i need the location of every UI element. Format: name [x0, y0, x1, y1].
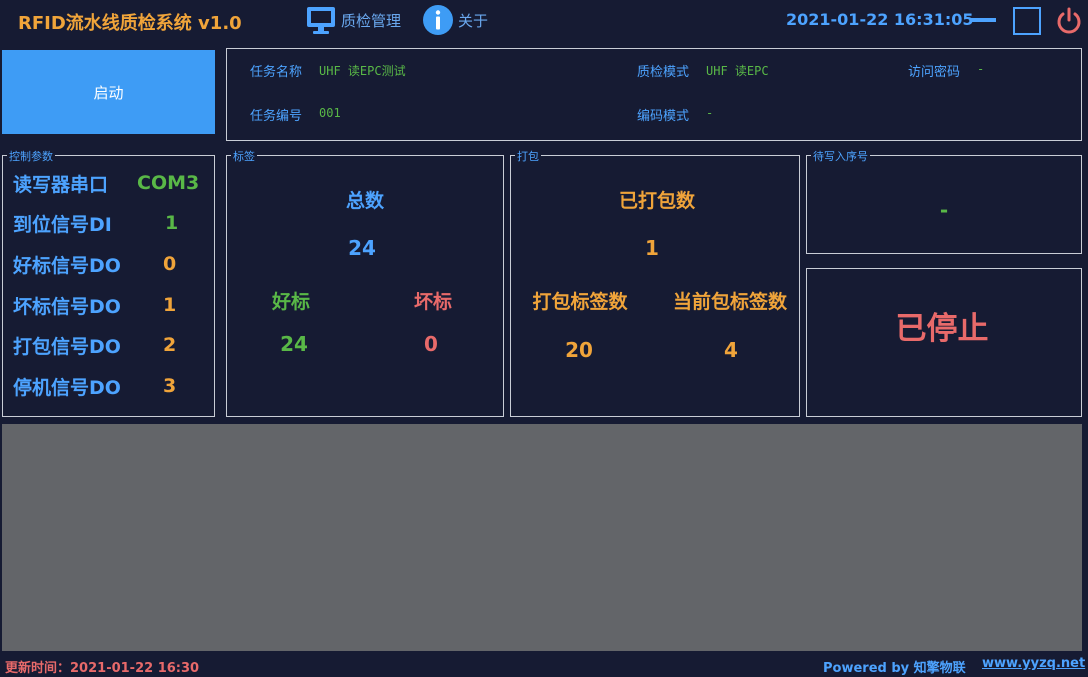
task-name-value: UHF 读EPC测试: [319, 64, 406, 78]
control-param-value: 1: [165, 212, 179, 234]
encode-mode-value: -: [706, 106, 714, 120]
info-icon: [423, 5, 453, 35]
update-time-label: 更新时间：: [5, 661, 71, 676]
pack-panel: 打包 已打包数 1 打包标签数 20 当前包标签数 4: [510, 148, 800, 417]
current-pack-label: 当前包标签数: [672, 291, 787, 313]
update-time-value: 2021-01-22 16:30: [70, 661, 200, 676]
access-password-label: 访问密码: [908, 65, 961, 80]
control-params-panel: 控制参数 读写器串口 COM3 到位信号DI 1 好标信号DO 0 坏标信号DO 1 打包信号D…: [2, 148, 215, 417]
tags-per-pack-value: 20: [565, 338, 593, 362]
control-param-value: COM3: [137, 172, 200, 194]
control-params-legend: 控制参数: [7, 148, 55, 164]
nav-qc-manage-label: 质检管理: [341, 11, 402, 30]
clock-display: 2021-01-22 16:31:05: [786, 10, 974, 29]
qc-mode-label: 质检模式: [637, 65, 690, 80]
control-param-label: 停机信号DO: [13, 376, 121, 399]
nav-about-button[interactable]: 关于: [422, 4, 488, 36]
control-param-value: 2: [163, 334, 177, 356]
qc-mode-value: UHF 读EPC: [706, 64, 769, 78]
good-tags-value: 24: [280, 332, 308, 356]
task-info-panel: 任务名称 UHF 读EPC测试 任务编号 001 质检模式 UHF 读EPC 编…: [226, 48, 1082, 141]
log-area: [2, 424, 1082, 651]
control-param-row: 停机信号DO 3: [13, 371, 208, 401]
task-id-label: 任务编号: [250, 109, 303, 124]
run-status-text: 已停止: [895, 311, 989, 347]
control-param-label: 好标信号DO: [13, 254, 121, 277]
pending-serial-legend: 待写入序号: [811, 148, 870, 164]
power-icon[interactable]: [1054, 6, 1084, 36]
good-tags-label: 好标: [271, 291, 310, 313]
nav-qc-manage-button[interactable]: 质检管理: [305, 4, 401, 36]
minimize-icon[interactable]: [968, 6, 998, 36]
encode-mode-label: 编码模式: [637, 109, 690, 124]
control-param-value: 1: [163, 294, 177, 316]
tags-panel: 标签 总数 24 好标 24 坏标 0: [226, 148, 504, 417]
pending-serial-value: -: [939, 198, 949, 222]
control-param-label: 读写器串口: [13, 173, 109, 196]
start-button[interactable]: 启动: [2, 50, 215, 134]
nav-about-label: 关于: [458, 11, 489, 30]
tags-total-value: 24: [348, 236, 376, 260]
current-pack-value: 4: [724, 338, 738, 362]
control-param-row: 好标信号DO 0: [13, 249, 208, 279]
website-link[interactable]: www.yyzq.net: [982, 656, 1085, 671]
control-param-value: 0: [163, 253, 177, 275]
packed-count-label: 已打包数: [618, 190, 695, 212]
bad-tags-label: 坏标: [413, 291, 452, 313]
control-param-row: 读写器串口 COM3: [13, 168, 208, 198]
monitor-icon: [307, 7, 335, 34]
task-id-value: 001: [319, 106, 341, 120]
tags-total-label: 总数: [345, 190, 384, 212]
status-panel: 已停止: [806, 268, 1082, 417]
powered-by-text: Powered by 知擎物联: [823, 661, 966, 676]
access-password-value: -: [977, 62, 985, 76]
control-param-value: 3: [163, 375, 177, 397]
pack-legend: 打包: [515, 148, 541, 164]
bad-tags-value: 0: [424, 332, 438, 356]
tags-legend: 标签: [231, 148, 257, 164]
control-param-label: 坏标信号DO: [13, 295, 121, 318]
app-title: RFID流水线质检系统 v1.0: [18, 13, 242, 34]
control-param-row: 坏标信号DO 1: [13, 290, 208, 320]
control-param-label: 打包信号DO: [13, 335, 121, 358]
maximize-icon[interactable]: [1012, 6, 1042, 36]
control-param-row: 打包信号DO 2: [13, 330, 208, 360]
packed-count-value: 1: [645, 236, 659, 260]
control-param-row: 到位信号DI 1: [13, 208, 208, 238]
task-name-label: 任务名称: [250, 65, 303, 80]
pending-serial-panel: 待写入序号 -: [806, 148, 1082, 254]
control-param-label: 到位信号DI: [13, 213, 112, 236]
tags-per-pack-label: 打包标签数: [532, 291, 628, 313]
update-time: 更新时间：2021-01-22 16:30: [5, 657, 199, 676]
